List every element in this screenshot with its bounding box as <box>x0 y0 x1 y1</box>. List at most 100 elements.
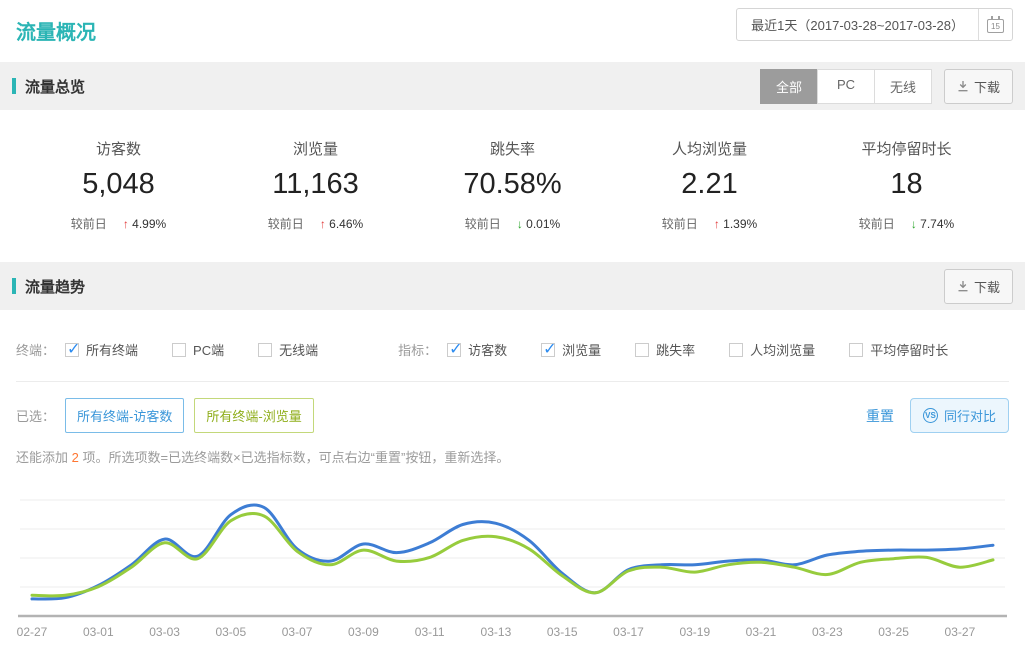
svg-text:03-23: 03-23 <box>812 625 843 639</box>
svg-text:02-27: 02-27 <box>17 625 48 639</box>
calendar-button[interactable]: 15 <box>978 9 1012 40</box>
metric-label: 平均停留时长 <box>832 138 982 159</box>
svg-text:03-15: 03-15 <box>547 625 578 639</box>
checkbox-icon <box>172 343 186 357</box>
checkbox-pageviews[interactable]: 浏览量 <box>541 340 601 359</box>
metrics-row: 访客数 5,048 较前日↑ 4.99% 浏览量 11,163 较前日↑ 6.4… <box>0 110 1025 262</box>
metric-filter-label: 指标： <box>398 340 437 359</box>
checkbox-icon <box>729 343 743 357</box>
metric-label: 跳失率 <box>438 138 588 159</box>
overview-section-header: 流量总览 全部 PC 无线 下载 <box>0 62 1025 110</box>
checkbox-label: 人均浏览量 <box>750 340 815 359</box>
svg-text:03-19: 03-19 <box>679 625 710 639</box>
down-arrow-icon: ↓ <box>911 217 917 231</box>
metric-value: 18 <box>832 168 982 201</box>
checkbox-pc-terminal[interactable]: PC端 <box>172 340 224 359</box>
trend-download-label: 下载 <box>974 277 1000 296</box>
checkbox-icon <box>65 343 79 357</box>
download-icon <box>957 80 969 92</box>
trend-chart-container: 02-2703-0103-0303-0503-0703-0903-1103-13… <box>16 486 1013 651</box>
checkbox-label: PC端 <box>193 340 224 359</box>
checkbox-label: 无线端 <box>279 340 318 359</box>
metric-bounce-rate: 跳失率 70.58% 较前日 ↓ 0.01% <box>438 138 588 232</box>
metric-delta: 0.01% <box>526 217 560 231</box>
checkbox-avg-stay-time[interactable]: 平均停留时长 <box>849 340 948 359</box>
selected-row: 已选： 所有终端-访客数 所有终端-浏览量 重置 VS 同行对比 <box>16 398 1009 433</box>
up-arrow-icon: ↑ <box>123 217 129 231</box>
metric-pages-per-visit: 人均浏览量 2.21 较前日↑ 1.39% <box>635 138 785 232</box>
checkbox-label: 平均停留时长 <box>870 340 948 359</box>
metric-value: 2.21 <box>635 168 785 201</box>
compare-label: 较前日 <box>662 217 698 231</box>
svg-text:03-07: 03-07 <box>282 625 313 639</box>
metric-value: 70.58% <box>438 168 588 201</box>
compare-label: 较前日 <box>268 217 304 231</box>
hint-prefix: 还能添加 <box>16 450 72 465</box>
selected-actions: 重置 VS 同行对比 <box>866 398 1009 433</box>
metric-label: 访客数 <box>44 138 194 159</box>
svg-text:03-21: 03-21 <box>746 625 777 639</box>
checkbox-visitors[interactable]: 访客数 <box>447 340 507 359</box>
overview-controls: 全部 PC 无线 下载 <box>760 69 1013 104</box>
svg-text:03-05: 03-05 <box>215 625 246 639</box>
date-range-button[interactable]: 最近1天（2017-03-28~2017-03-28） <box>737 9 978 40</box>
checkbox-pages-per-visit[interactable]: 人均浏览量 <box>729 340 815 359</box>
metric-delta: 6.46% <box>329 217 363 231</box>
svg-text:03-11: 03-11 <box>415 625 445 639</box>
reset-button[interactable]: 重置 <box>866 406 894 426</box>
checkbox-icon <box>635 343 649 357</box>
trend-controls: 下载 <box>944 269 1013 304</box>
svg-text:03-03: 03-03 <box>149 625 180 639</box>
trend-section-title-wrap: 流量趋势 <box>12 276 85 297</box>
checkbox-label: 跳失率 <box>656 340 695 359</box>
trend-body: 终端： 所有终端 PC端 无线端 指标： 访客数 浏览量 跳失率 <box>0 310 1025 651</box>
calendar-day-label: 15 <box>988 22 1003 32</box>
compare-label: 较前日 <box>71 217 107 231</box>
checkbox-icon <box>541 343 555 357</box>
metric-label: 浏览量 <box>241 138 391 159</box>
overview-section-title: 流量总览 <box>25 76 85 97</box>
hint-suffix: 项。所选项数=已选终端数×已选指标数，可点右边“重置”按钮，重新选择。 <box>79 450 509 465</box>
section-accent-bar <box>12 278 16 294</box>
selected-label: 已选： <box>16 406 55 425</box>
checkbox-label: 浏览量 <box>562 340 601 359</box>
overview-download-button[interactable]: 下载 <box>944 69 1013 104</box>
hint-text: 还能添加 2 项。所选项数=已选终端数×已选指标数，可点右边“重置”按钮，重新选… <box>16 447 1009 466</box>
up-arrow-icon: ↑ <box>714 217 720 231</box>
hint-remaining-count: 2 <box>72 450 79 465</box>
checkbox-icon <box>258 343 272 357</box>
checkbox-icon <box>447 343 461 357</box>
metric-avg-stay-time: 平均停留时长 18 较前日↓ 7.74% <box>832 138 982 232</box>
peer-compare-label: 同行对比 <box>944 406 996 425</box>
metric-value: 11,163 <box>241 168 391 201</box>
checkbox-icon <box>849 343 863 357</box>
checkbox-label: 所有终端 <box>86 340 138 359</box>
terminal-filter-label: 终端： <box>16 340 55 359</box>
vs-circle-icon: VS <box>923 408 938 423</box>
terminal-tab-group: 全部 PC 无线 <box>760 69 932 104</box>
selected-tag-pageviews[interactable]: 所有终端-浏览量 <box>194 398 313 433</box>
date-picker: 最近1天（2017-03-28~2017-03-28） 15 <box>736 8 1013 41</box>
svg-text:03-13: 03-13 <box>481 625 512 639</box>
checkbox-bounce-rate[interactable]: 跳失率 <box>635 340 695 359</box>
selected-tag-visitors[interactable]: 所有终端-访客数 <box>65 398 184 433</box>
section-accent-bar <box>12 78 16 94</box>
trend-download-button[interactable]: 下载 <box>944 269 1013 304</box>
down-arrow-icon: ↓ <box>517 217 523 231</box>
checkbox-all-terminals[interactable]: 所有终端 <box>65 340 138 359</box>
compare-label: 较前日 <box>465 217 501 231</box>
download-icon <box>957 280 969 292</box>
metric-visitors: 访客数 5,048 较前日↑ 4.99% <box>44 138 194 232</box>
tab-wireless[interactable]: 无线 <box>874 69 932 104</box>
tab-pc[interactable]: PC <box>817 69 875 104</box>
overview-section-title-wrap: 流量总览 <box>12 76 85 97</box>
calendar-icon: 15 <box>987 19 1004 33</box>
checkbox-wireless-terminal[interactable]: 无线端 <box>258 340 318 359</box>
metric-delta: 4.99% <box>132 217 166 231</box>
tab-all[interactable]: 全部 <box>760 69 818 104</box>
page-header: 流量概况 最近1天（2017-03-28~2017-03-28） 15 <box>0 0 1025 62</box>
compare-label: 较前日 <box>859 217 895 231</box>
checkbox-label: 访客数 <box>468 340 507 359</box>
peer-compare-button[interactable]: VS 同行对比 <box>910 398 1009 433</box>
svg-text:03-01: 03-01 <box>83 625 114 639</box>
